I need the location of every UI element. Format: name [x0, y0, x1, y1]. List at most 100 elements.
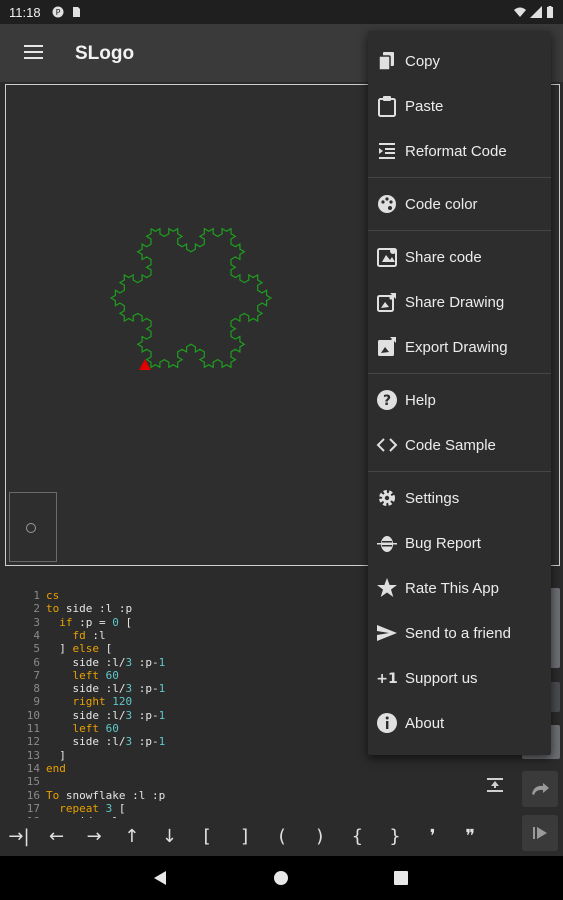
menu-item-paste[interactable]: Paste	[368, 84, 551, 129]
arrow-up-key[interactable]: ↑	[117, 826, 147, 850]
battery-icon	[547, 6, 553, 18]
menu-item-label: Help	[405, 392, 436, 409]
close-brace-key[interactable]: }	[380, 826, 410, 850]
code-token: cs	[46, 589, 60, 602]
code-token: :p =	[72, 615, 113, 629]
single-quote-key[interactable]: ❜	[418, 826, 448, 850]
tab-key[interactable]: →|	[4, 826, 34, 850]
menu-item-send-to-a-friend[interactable]: Send to a friend	[368, 611, 551, 656]
gear-icon	[379, 490, 395, 506]
close-paren-key[interactable]: )	[305, 826, 335, 850]
code-token: 120	[112, 695, 133, 709]
info-icon	[377, 713, 397, 733]
menu-item-label: Support us	[405, 670, 478, 687]
open-paren-key[interactable]: (	[267, 826, 297, 850]
menu-item-code-sample[interactable]: Code Sample	[368, 423, 551, 468]
code-text: side :l/3 :p-1	[46, 735, 165, 748]
redo-button[interactable]	[522, 771, 558, 807]
code-token: left	[72, 722, 100, 735]
code-token: side :l/	[46, 655, 126, 669]
line-number: 5	[33, 642, 40, 656]
code-token: [	[99, 642, 113, 656]
line-number: 15	[26, 775, 40, 789]
arrow-down-key[interactable]: ↓	[154, 826, 184, 850]
line-number: 11	[26, 722, 40, 735]
bug-icon	[377, 536, 397, 552]
code-text: fd :l	[46, 629, 106, 642]
menu-item-share-drawing[interactable]: Share Drawing	[368, 280, 551, 325]
close-bracket-key[interactable]: ]	[230, 826, 260, 850]
line-number: 6	[33, 655, 40, 669]
code-token: repeat	[59, 801, 99, 815]
arrow-left-key[interactable]: ←	[42, 826, 72, 850]
arrow-right-key[interactable]: →	[79, 826, 109, 850]
code-text: left 60	[46, 669, 119, 682]
menu-divider	[368, 373, 551, 374]
code-text: ] else [	[46, 642, 112, 655]
menu-item-rate-this-app[interactable]: Rate This App	[368, 566, 551, 611]
code-token: :p-	[132, 708, 159, 722]
menu-item-reformat-code[interactable]: Reformat Code	[368, 129, 551, 174]
cell-signal-icon	[530, 6, 542, 18]
run-icon	[533, 827, 547, 839]
menu-divider	[368, 471, 551, 472]
code-text: right 120	[46, 695, 133, 709]
menu-icon[interactable]	[24, 45, 43, 60]
menu-item-code-color[interactable]: Code color	[368, 182, 551, 227]
code-text: repeat 3 [	[46, 801, 125, 815]
menu-item-label: Reformat Code	[405, 143, 507, 160]
code-token: end	[46, 761, 66, 775]
menu-item-support-us[interactable]: +1 Support us	[368, 656, 551, 701]
open-brace-key[interactable]: {	[342, 826, 372, 850]
code-text: cs	[46, 589, 59, 602]
line-number: 2	[33, 602, 40, 616]
run-button[interactable]	[522, 815, 558, 851]
reformat-icon	[379, 143, 395, 159]
app-title: SLogo	[75, 43, 135, 64]
menu-divider	[368, 230, 551, 231]
back-icon[interactable]	[152, 870, 168, 886]
home-icon[interactable]	[273, 870, 289, 886]
menu-item-copy[interactable]: Copy	[368, 39, 551, 84]
recents-icon[interactable]	[394, 871, 408, 885]
code-token: side :l/	[46, 735, 126, 749]
code-text: ]	[46, 749, 66, 762]
code-token: fd	[72, 628, 86, 642]
notification-icon: P	[52, 6, 64, 18]
menu-item-label: Share Drawing	[405, 294, 505, 311]
code-icon	[376, 438, 398, 452]
export-drawing-icon	[378, 337, 396, 356]
menu-item-label: Copy	[405, 53, 441, 70]
code-text: to side :l :p	[46, 602, 132, 615]
menu-item-help[interactable]: ? Help	[368, 378, 551, 423]
menu-item-settings[interactable]: Settings	[368, 476, 551, 521]
code-token: left	[72, 668, 100, 682]
line-number: 8	[33, 682, 40, 696]
menu-item-label: Settings	[405, 490, 460, 507]
open-bracket-key[interactable]: [	[192, 826, 222, 850]
menu-divider	[368, 177, 551, 178]
line-number: 4	[33, 628, 40, 642]
code-token: [	[118, 615, 133, 629]
menu-item-bug-report[interactable]: Bug Report	[368, 521, 551, 566]
code-token: side :l/	[46, 708, 126, 722]
code-token: 1	[158, 735, 166, 749]
status-bar: 11:18 P	[0, 0, 563, 24]
line-number: 12	[26, 735, 40, 749]
menu-item-export-drawing[interactable]: Export Drawing	[368, 325, 551, 370]
menu-item-share-code[interactable]: Share code	[368, 235, 551, 280]
menu-item-label: Code color	[405, 196, 478, 213]
line-number: 17	[26, 801, 40, 815]
minimap[interactable]	[9, 492, 57, 562]
align-icon[interactable]	[486, 776, 504, 794]
code-text: if :p = 0 [	[46, 616, 132, 629]
code-text: side :l/3 :p-1	[46, 656, 165, 669]
code-token: ]	[46, 642, 73, 656]
double-quote-key[interactable]: ❞	[455, 826, 485, 850]
redo-icon	[532, 783, 549, 795]
menu-item-about[interactable]: About	[368, 701, 551, 746]
